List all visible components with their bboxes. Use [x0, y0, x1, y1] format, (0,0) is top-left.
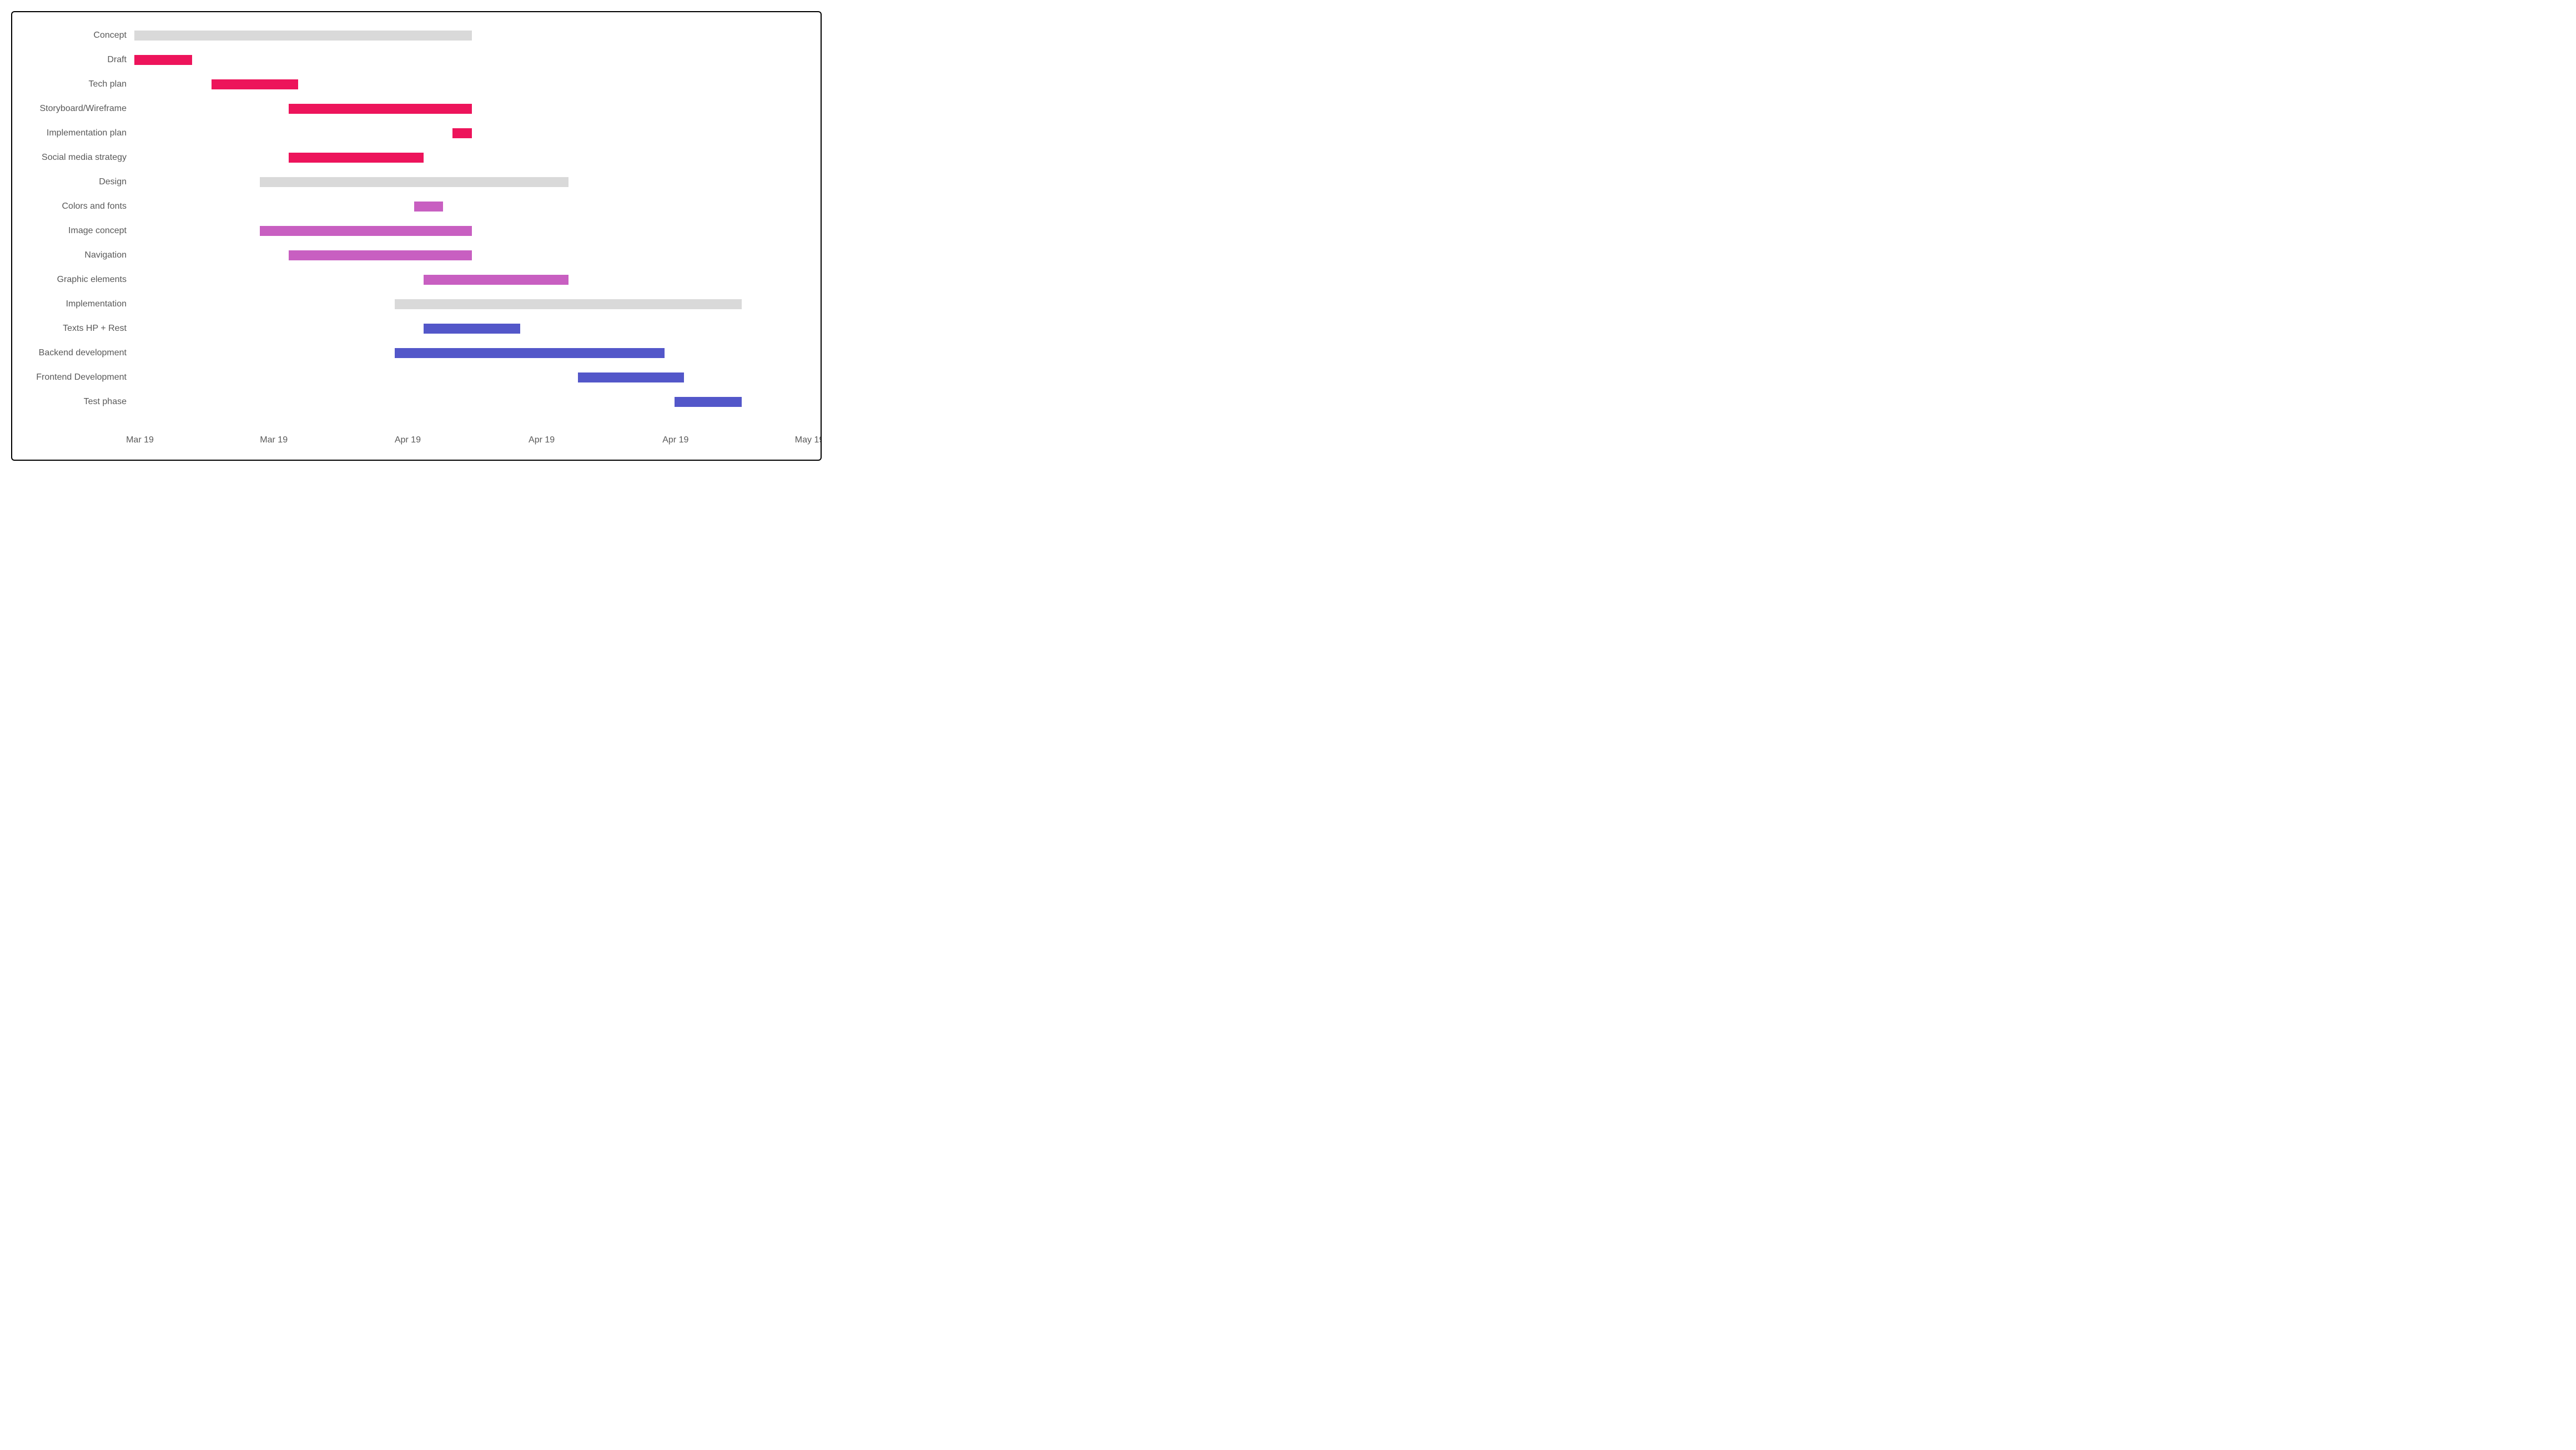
- gantt-row: Storyboard/Wireframe: [12, 97, 809, 121]
- task-bar: [578, 372, 684, 382]
- task-bar: [424, 324, 520, 334]
- task-track: [134, 243, 809, 268]
- x-axis-tick: Apr 19: [395, 435, 421, 445]
- task-label: Storyboard/Wireframe: [12, 104, 134, 114]
- task-bar: [134, 31, 472, 41]
- task-bar: [424, 275, 568, 285]
- x-axis: Mar 19Mar 19Apr 19Apr 19Apr 19May 19: [140, 435, 809, 452]
- task-track: [134, 97, 809, 121]
- task-track: [134, 72, 809, 97]
- task-bar: [414, 202, 443, 212]
- task-track: [134, 145, 809, 170]
- task-track: [134, 194, 809, 219]
- task-track: [134, 292, 809, 316]
- x-axis-tick: Mar 19: [260, 435, 288, 445]
- gantt-row: Graphic elements: [12, 268, 809, 292]
- gantt-row: Backend development: [12, 341, 809, 365]
- task-bar: [212, 79, 298, 89]
- task-bar: [395, 348, 665, 358]
- task-label: Social media strategy: [12, 153, 134, 163]
- gantt-row: Concept: [12, 23, 809, 48]
- gantt-row: Frontend Development: [12, 365, 809, 390]
- x-axis-tick: May 19: [795, 435, 822, 445]
- gantt-row: Social media strategy: [12, 145, 809, 170]
- task-label: Image concept: [12, 226, 134, 236]
- task-bar: [260, 226, 472, 236]
- gantt-row: Tech plan: [12, 72, 809, 97]
- task-label: Design: [12, 177, 134, 187]
- gantt-row: Navigation: [12, 243, 809, 268]
- task-track: [134, 268, 809, 292]
- plot-area: ConceptDraftTech planStoryboard/Wirefram…: [140, 23, 809, 432]
- task-label: Tech plan: [12, 79, 134, 89]
- gantt-row: Draft: [12, 48, 809, 72]
- task-track: [134, 316, 809, 341]
- task-label: Graphic elements: [12, 275, 134, 285]
- task-label: Frontend Development: [12, 372, 134, 382]
- task-bar: [289, 250, 472, 260]
- task-label: Texts HP + Rest: [12, 324, 134, 334]
- task-label: Implementation plan: [12, 128, 134, 138]
- task-label: Test phase: [12, 397, 134, 407]
- task-bar: [395, 299, 742, 309]
- task-label: Draft: [12, 55, 134, 65]
- task-track: [134, 341, 809, 365]
- x-axis-tick: Mar 19: [126, 435, 154, 445]
- task-bar: [452, 128, 472, 138]
- task-bar: [675, 397, 742, 407]
- gantt-row: Image concept: [12, 219, 809, 243]
- gantt-row: Implementation plan: [12, 121, 809, 145]
- gantt-row: Texts HP + Rest: [12, 316, 809, 341]
- task-track: [134, 219, 809, 243]
- gantt-row: Design: [12, 170, 809, 194]
- x-axis-tick: Apr 19: [662, 435, 688, 445]
- task-bar: [289, 104, 472, 114]
- gantt-row: Test phase: [12, 390, 809, 414]
- task-track: [134, 365, 809, 390]
- task-bar: [134, 55, 192, 65]
- task-track: [134, 170, 809, 194]
- task-label: Backend development: [12, 348, 134, 358]
- task-label: Navigation: [12, 250, 134, 260]
- gantt-chart: Concept Draft Tech plan Storyboard/Wirefram…: [11, 11, 822, 461]
- task-label: Colors and fonts: [12, 202, 134, 212]
- task-label: Implementation: [12, 299, 134, 309]
- task-track: [134, 48, 809, 72]
- task-track: [134, 121, 809, 145]
- task-track: [134, 390, 809, 414]
- gantt-row: Colors and fonts: [12, 194, 809, 219]
- task-bar: [289, 153, 424, 163]
- gantt-row: Implementation: [12, 292, 809, 316]
- x-axis-tick: Apr 19: [529, 435, 555, 445]
- task-track: [134, 23, 809, 48]
- task-label: Concept: [12, 31, 134, 41]
- task-bar: [260, 177, 568, 187]
